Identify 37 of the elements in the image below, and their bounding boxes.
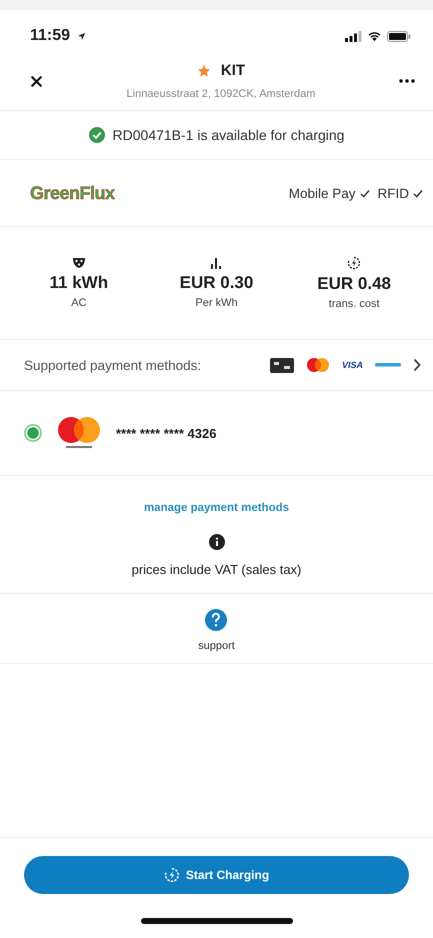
chevron-right-icon[interactable] [413,358,421,372]
operator-logo: GreenFlux [30,182,115,204]
stat-label: trans. cost [328,298,380,310]
signal-icon [345,30,362,42]
help-icon [205,609,228,631]
support-button[interactable]: support [192,608,241,653]
bank-logo-icon [375,362,401,368]
feature-label: RFID [378,186,409,200]
card-icon [270,358,294,372]
bar-chart-icon [210,257,222,269]
stat-value: EUR 0.48 [317,274,391,294]
charge-icon [164,867,180,883]
availability-text: RD00471B-1 is available for charging [112,127,344,143]
stat-value: EUR 0.30 [180,273,254,293]
station-address: Linnaeusstraat 2, 1092CK, Amsterdam [126,88,316,100]
radio-button[interactable] [24,424,42,442]
stat-value: 11 kWh [50,273,108,293]
location-arrow-icon [77,32,86,40]
mastercard-logo-icon [306,357,330,373]
info-icon [208,534,224,550]
battery-icon [387,30,411,42]
stat-label: AC [71,297,86,309]
feature-label: Mobile Pay [288,186,356,200]
wifi-icon [367,30,382,42]
payment-methods-label: Supported payment methods: [24,358,202,372]
visa-logo: VISA [342,360,363,370]
card-number: **** **** **** 4326 [116,426,216,440]
status-time: 11:59 [30,27,70,45]
start-charging-button[interactable]: Start Charging [24,856,409,894]
station-title: KIT [220,62,246,79]
manage-payment-methods-link[interactable]: manage payment methods [144,502,290,514]
vat-note: prices include VAT (sales tax) [132,562,302,577]
stat-label: Per kWh [195,297,238,309]
plug-icon [72,257,86,269]
charge-icon [347,256,362,270]
more-icon [399,79,415,83]
close-icon [30,74,43,88]
